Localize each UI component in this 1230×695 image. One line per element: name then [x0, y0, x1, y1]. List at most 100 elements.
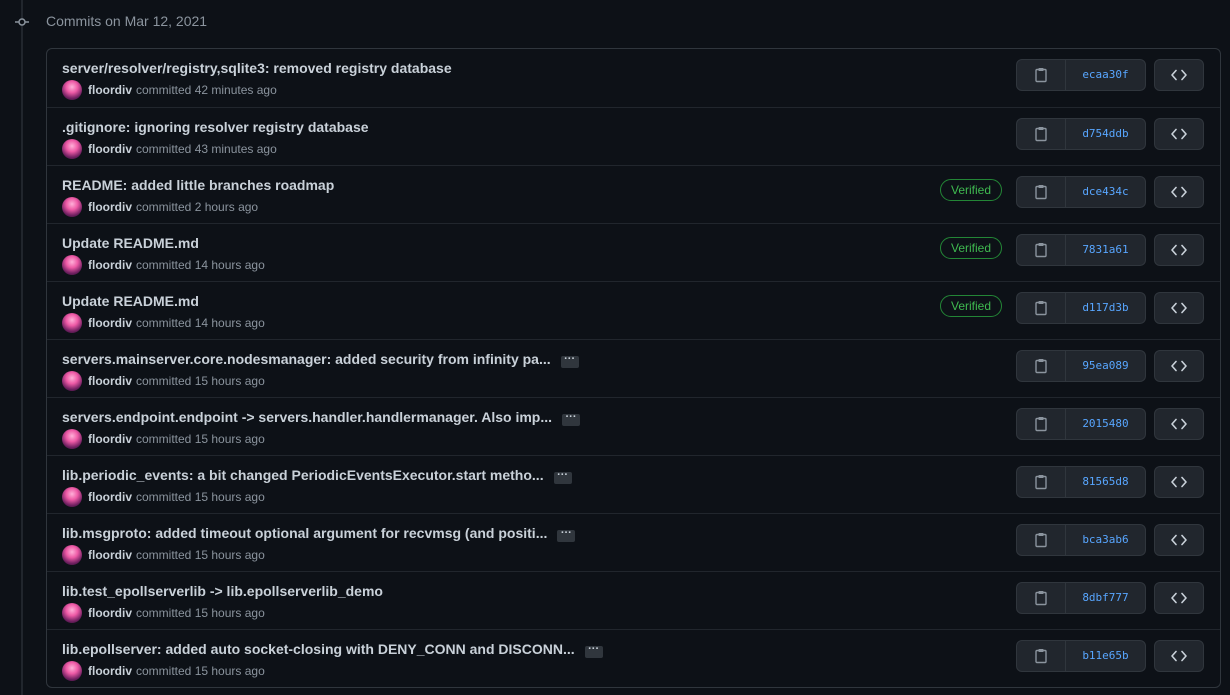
commit-sha-link[interactable]: 8dbf777 — [1066, 583, 1145, 613]
commit-sha-group: d754ddb — [1016, 118, 1146, 150]
code-icon — [1171, 186, 1187, 198]
commit-time: 14 hours ago — [194, 258, 265, 272]
browse-repo-button[interactable] — [1154, 176, 1204, 208]
copy-sha-button[interactable] — [1017, 641, 1066, 671]
commit-time: 2 hours ago — [194, 200, 259, 214]
browse-repo-button[interactable] — [1154, 234, 1204, 266]
commit-author-link[interactable]: floordiv — [88, 316, 132, 330]
browse-repo-button[interactable] — [1154, 292, 1204, 324]
copy-sha-button[interactable] — [1017, 409, 1066, 439]
commit-sha-link[interactable]: 7831a61 — [1066, 235, 1145, 265]
copy-sha-button[interactable] — [1017, 467, 1066, 497]
commit-message-line: servers.endpoint.endpoint -> servers.han… — [62, 409, 581, 426]
commit-author-link[interactable]: floordiv — [88, 374, 132, 388]
commit-author-link[interactable]: floordiv — [88, 432, 132, 446]
commit-action-text: committed — [136, 83, 192, 97]
commit-sha-link[interactable]: d754ddb — [1066, 119, 1145, 149]
commit-author-link[interactable]: floordiv — [88, 490, 132, 504]
avatar[interactable] — [62, 545, 82, 565]
commit-message-line: lib.test_epollserverlib -> lib.epollserv… — [62, 583, 383, 599]
clipboard-icon — [1035, 359, 1047, 374]
verified-badge[interactable]: Verified — [940, 237, 1002, 259]
commit-message-link[interactable]: servers.mainserver.core.nodesmanager: ad… — [62, 351, 551, 367]
browse-repo-button[interactable] — [1154, 524, 1204, 556]
copy-sha-button[interactable] — [1017, 119, 1066, 149]
commit-action-text: committed — [136, 664, 192, 678]
commit-message-link[interactable]: lib.periodic_events: a bit changed Perio… — [62, 467, 544, 483]
copy-sha-button[interactable] — [1017, 293, 1066, 323]
commit-sha-link[interactable]: 81565d8 — [1066, 467, 1145, 497]
code-icon — [1171, 69, 1187, 81]
clipboard-icon — [1035, 127, 1047, 142]
browse-repo-button[interactable] — [1154, 59, 1204, 91]
clipboard-icon — [1035, 301, 1047, 316]
expand-message-button[interactable]: ··· — [560, 354, 579, 368]
commit-sha-link[interactable]: d117d3b — [1066, 293, 1145, 323]
commit-message-link[interactable]: server/resolver/registry,sqlite3: remove… — [62, 60, 452, 76]
commit-time: 15 hours ago — [194, 606, 265, 620]
commit-sha-group: 7831a61 — [1016, 234, 1146, 266]
avatar[interactable] — [62, 661, 82, 681]
commit-sha-link[interactable]: ecaa30f — [1066, 60, 1145, 90]
commit-time: 15 hours ago — [194, 548, 265, 562]
copy-sha-button[interactable] — [1017, 583, 1066, 613]
avatar[interactable] — [62, 255, 82, 275]
copy-sha-button[interactable] — [1017, 235, 1066, 265]
commit-row: README: added little branches roadmap flo… — [47, 165, 1220, 223]
commit-message-link[interactable]: lib.test_epollserverlib -> lib.epollserv… — [62, 583, 383, 599]
commit-message-link[interactable]: lib.msgproto: added timeout optional arg… — [62, 525, 547, 541]
avatar[interactable] — [62, 487, 82, 507]
commit-message-link[interactable]: Update README.md — [62, 235, 199, 251]
browse-repo-button[interactable] — [1154, 466, 1204, 498]
avatar[interactable] — [62, 80, 82, 100]
browse-repo-button[interactable] — [1154, 118, 1204, 150]
commit-author-link[interactable]: floordiv — [88, 258, 132, 272]
ellipsis-icon: ··· — [588, 643, 600, 655]
commit-sha-link[interactable]: 95ea089 — [1066, 351, 1145, 381]
code-icon — [1171, 650, 1187, 662]
expand-message-button[interactable]: ··· — [557, 527, 576, 542]
commit-sha-link[interactable]: dce434c — [1066, 177, 1145, 207]
expand-message-button[interactable]: ··· — [553, 470, 572, 484]
verified-badge[interactable]: Verified — [940, 295, 1002, 317]
commit-message-link[interactable]: README: added little branches roadmap — [62, 177, 334, 193]
commit-sha-link[interactable]: 2015480 — [1066, 409, 1145, 439]
copy-sha-button[interactable] — [1017, 351, 1066, 381]
commit-sha-link[interactable]: b11e65b — [1066, 641, 1145, 671]
commit-author-link[interactable]: floordiv — [88, 606, 132, 620]
commit-sha-group: dce434c — [1016, 176, 1146, 208]
commit-message-link[interactable]: servers.endpoint.endpoint -> servers.han… — [62, 409, 552, 425]
commit-sha-link[interactable]: bca3ab6 — [1066, 525, 1145, 555]
copy-sha-button[interactable] — [1017, 177, 1066, 207]
commit-author-link[interactable]: floordiv — [88, 548, 132, 562]
avatar[interactable] — [62, 429, 82, 449]
commit-message-link[interactable]: .gitignore: ignoring resolver registry d… — [62, 119, 369, 135]
commit-row: lib.msgproto: added timeout optional arg… — [47, 513, 1220, 571]
avatar[interactable] — [62, 197, 82, 217]
clipboard-icon — [1035, 417, 1047, 432]
avatar[interactable] — [62, 371, 82, 391]
ellipsis-icon: ··· — [560, 527, 572, 539]
commit-message-link[interactable]: Update README.md — [62, 293, 199, 309]
commit-author-link[interactable]: floordiv — [88, 200, 132, 214]
avatar[interactable] — [62, 313, 82, 333]
commit-author-link[interactable]: floordiv — [88, 142, 132, 156]
browse-repo-button[interactable] — [1154, 640, 1204, 672]
expand-message-button[interactable]: ··· — [562, 412, 581, 426]
browse-repo-button[interactable] — [1154, 582, 1204, 614]
verified-badge[interactable]: Verified — [940, 179, 1002, 201]
commit-author-link[interactable]: floordiv — [88, 83, 132, 97]
commit-row: Update README.md floordiv committed 14 hou… — [47, 281, 1220, 339]
avatar[interactable] — [62, 603, 82, 623]
avatar[interactable] — [62, 139, 82, 159]
browse-repo-button[interactable] — [1154, 350, 1204, 382]
commit-group-title: Commits on Mar 12, 2021 — [46, 13, 208, 29]
browse-repo-button[interactable] — [1154, 408, 1204, 440]
commit-meta: floordiv committed 15 hours ago — [62, 545, 265, 565]
commit-author-link[interactable]: floordiv — [88, 664, 132, 678]
commit-sha-group: 81565d8 — [1016, 466, 1146, 498]
commit-message-link[interactable]: lib.epollserver: added auto socket-closi… — [62, 641, 575, 657]
copy-sha-button[interactable] — [1017, 60, 1066, 90]
copy-sha-button[interactable] — [1017, 525, 1066, 555]
expand-message-button[interactable]: ··· — [584, 643, 603, 658]
